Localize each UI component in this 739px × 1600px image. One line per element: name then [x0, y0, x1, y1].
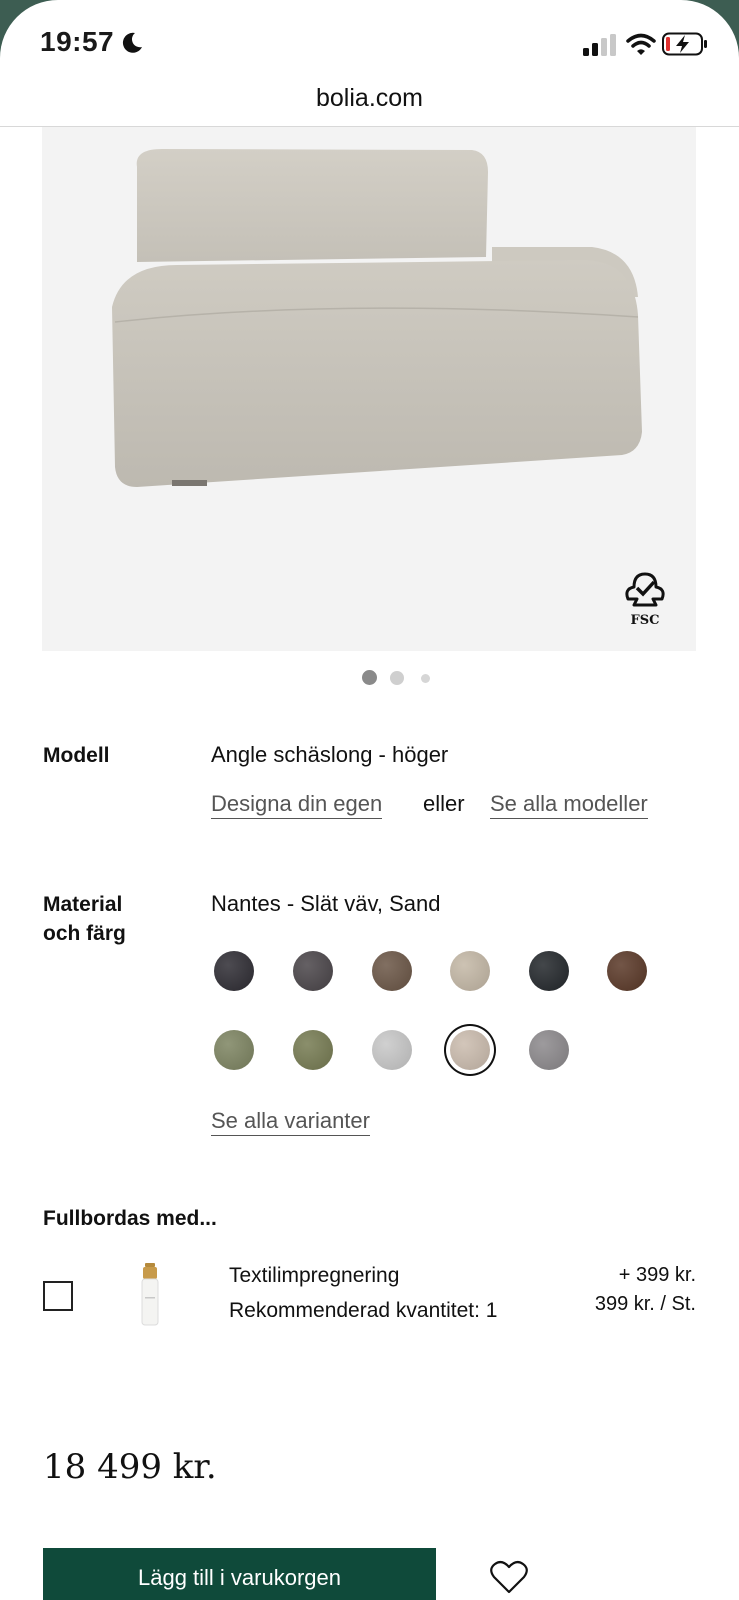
- see-all-variants-link[interactable]: Se alla varianter: [211, 1108, 370, 1136]
- cellular-signal-icon: [583, 34, 616, 56]
- carousel-dots[interactable]: [362, 670, 452, 686]
- or-text: eller: [423, 791, 465, 816]
- heart-icon[interactable]: [490, 1560, 528, 1594]
- color-swatch[interactable]: [529, 951, 569, 991]
- material-label-line2: och färg: [43, 922, 126, 945]
- impregnation-bottle-image: [141, 1263, 159, 1326]
- addon-unit-price: 399 kr. / St.: [594, 1293, 696, 1315]
- fsc-logo: FSC: [620, 569, 670, 631]
- addon-checkbox[interactable]: [43, 1281, 73, 1311]
- address-bar[interactable]: bolia.com: [0, 84, 739, 127]
- carousel-dot-1[interactable]: [362, 670, 377, 685]
- color-swatch[interactable]: [214, 951, 254, 991]
- color-swatch[interactable]: [607, 951, 647, 991]
- status-time: 19:57: [40, 26, 115, 57]
- model-value: Angle schäslong - höger: [211, 742, 449, 767]
- product-image[interactable]: FSC: [42, 127, 696, 651]
- sofa-image: [112, 149, 642, 487]
- color-swatch[interactable]: [450, 1030, 490, 1070]
- add-to-cart-button[interactable]: Lägg till i varukorgen: [43, 1548, 436, 1600]
- moon-icon: [122, 32, 142, 53]
- design-your-own-link[interactable]: Designa din egen: [211, 791, 383, 819]
- url-text: bolia.com: [316, 84, 423, 112]
- see-all-models-link[interactable]: Se alla modeller: [490, 791, 648, 819]
- color-swatch[interactable]: [372, 1030, 412, 1070]
- color-swatch[interactable]: [214, 1030, 254, 1070]
- addons-title: Fullbordas med...: [43, 1207, 217, 1230]
- material-label-line1: Material: [43, 893, 123, 916]
- wifi-icon: [626, 33, 656, 55]
- screen: 19:57 bolia.com FSC Modell Angle schäslo…: [0, 0, 739, 1600]
- addon-quantity: Rekommenderad kvantitet: 1: [229, 1299, 498, 1322]
- tree-check-icon: [625, 572, 665, 607]
- fsc-label: FSC: [630, 613, 660, 628]
- product-price: 18 499 kr.: [43, 1447, 217, 1487]
- carousel-dot-2[interactable]: [390, 671, 404, 685]
- color-swatch[interactable]: [529, 1030, 569, 1070]
- color-swatch[interactable]: [450, 951, 490, 991]
- material-value: Nantes - Slät väv, Sand: [211, 891, 441, 916]
- carousel-dot-3[interactable]: [421, 674, 430, 683]
- color-swatch[interactable]: [293, 1030, 333, 1070]
- color-swatch[interactable]: [293, 951, 333, 991]
- model-label: Modell: [43, 744, 110, 767]
- material-label: Material och färg: [43, 890, 126, 948]
- color-swatch[interactable]: [372, 951, 412, 991]
- status-bar: 19:57: [0, 0, 739, 84]
- addon-name: Textilimpregnering: [229, 1264, 400, 1287]
- addon-price: + 399 kr.: [618, 1264, 696, 1286]
- battery-charging-icon: [662, 32, 707, 56]
